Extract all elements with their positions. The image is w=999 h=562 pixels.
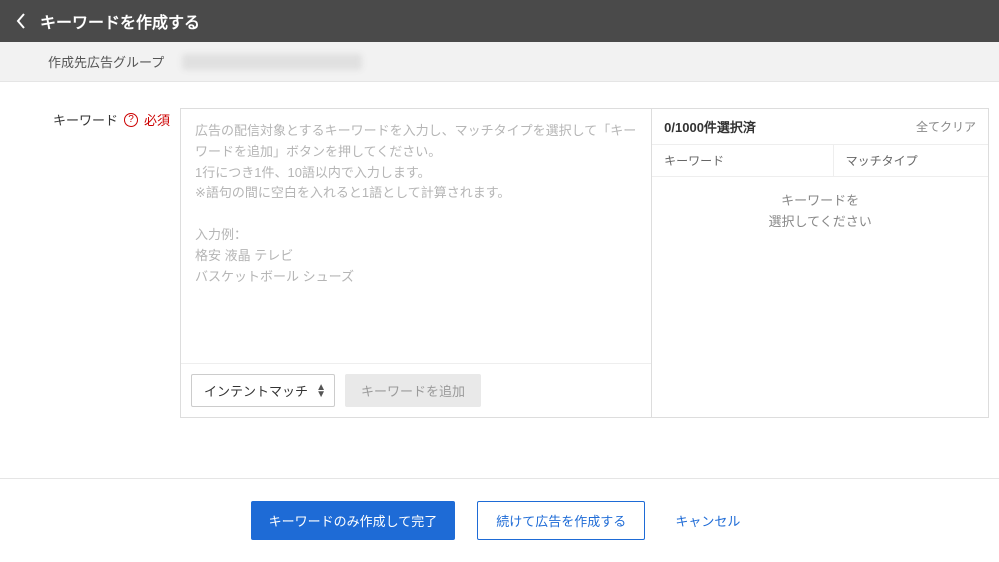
keyword-label-col: キーワード ? 必須 [10,108,180,129]
empty-line-1: キーワードを [781,191,859,212]
subheader: 作成先広告グループ [0,42,999,82]
header-bar: キーワードを作成する [0,0,999,42]
add-keyword-button[interactable]: キーワードを追加 [345,374,481,407]
selected-count: 0/1000件選択済 [664,117,756,136]
keyword-textarea[interactable] [181,109,651,363]
match-type-selected-label: インテントマッチ [204,381,308,400]
help-icon[interactable]: ? [124,113,138,127]
clear-all-link[interactable]: 全てクリア [916,118,976,135]
col-matchtype-header: マッチタイプ [834,145,988,176]
adgroup-value-redacted [182,54,362,70]
empty-line-2: 選択してください [768,212,871,233]
selected-header: 0/1000件選択済 全てクリア [652,109,988,145]
back-button[interactable] [12,12,30,30]
chevron-left-icon [16,13,26,29]
keyword-editor: インテントマッチ ▲▼ キーワードを追加 0/1000件選択済 全てクリア キー… [180,108,989,418]
keyword-input-panel: インテントマッチ ▲▼ キーワードを追加 [181,109,652,417]
col-keyword-header: キーワード [652,145,833,176]
selected-columns-header: キーワード マッチタイプ [652,145,988,177]
keyword-controls: インテントマッチ ▲▼ キーワードを追加 [181,363,651,417]
keyword-label: キーワード [53,110,118,129]
continue-create-ads-button[interactable]: 続けて広告を作成する [477,501,645,540]
select-arrows-icon: ▲▼ [316,384,326,398]
content-area: キーワード ? 必須 インテントマッチ ▲▼ キーワードを追加 0/1000件選… [0,82,999,418]
create-keywords-only-button[interactable]: キーワードのみ作成して完了 [251,501,456,540]
footer-actions: キーワードのみ作成して完了 続けて広告を作成する キャンセル [0,478,999,562]
selected-empty-state: キーワードを 選択してください [652,177,988,417]
selected-keywords-panel: 0/1000件選択済 全てクリア キーワード マッチタイプ キーワードを 選択し… [652,109,988,417]
page-title: キーワードを作成する [40,9,200,33]
required-badge: 必須 [144,110,170,129]
adgroup-label: 作成先広告グループ [48,52,164,71]
cancel-button[interactable]: キャンセル [667,501,748,540]
match-type-select[interactable]: インテントマッチ ▲▼ [191,374,335,407]
